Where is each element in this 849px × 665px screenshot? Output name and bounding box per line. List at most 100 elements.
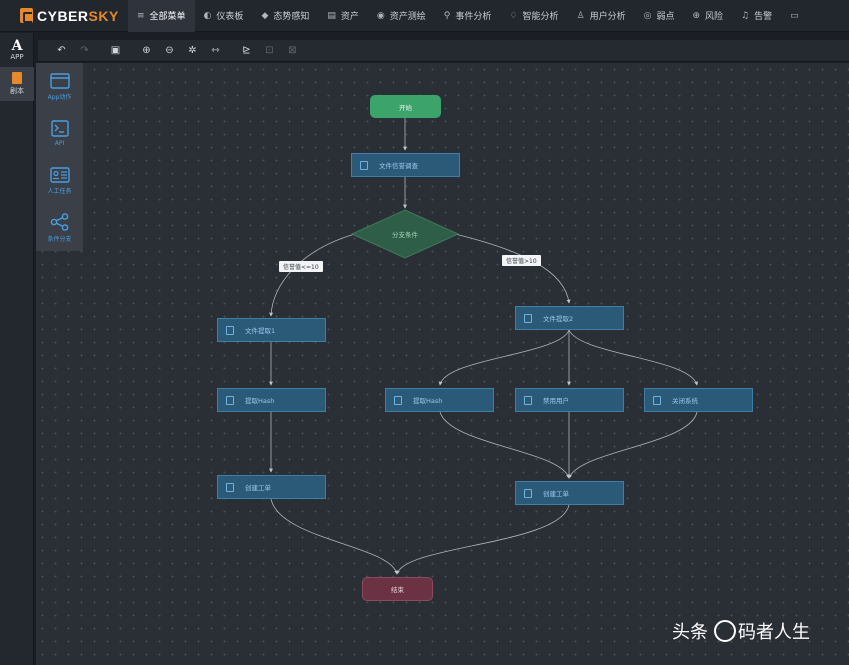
watermark: 头条 码者人生 <box>672 618 810 644</box>
palette-item-label: 条件分支 <box>47 235 72 243</box>
node-label: 分支条件 <box>392 231 418 239</box>
create-ticket-left-node[interactable]: 创建工单 <box>217 475 326 499</box>
nav-icon: ▤ <box>327 10 336 21</box>
cybersky-logo[interactable]: CYBERSKY <box>0 8 128 24</box>
palette-item-manual-task[interactable]: 人工任务 <box>36 157 83 204</box>
node-label: 结束 <box>391 586 404 594</box>
rail-item-label: APP <box>10 53 24 61</box>
app-letter-icon: A <box>11 38 23 54</box>
palette-item-label: App动作 <box>47 93 72 101</box>
fit-view-icon[interactable]: ✲ <box>181 45 204 56</box>
nav-item-6[interactable]: ♢ 智能分析 <box>500 0 567 32</box>
main-menu: ≡ 全部菜单 ◐ 仪表板 ◆ 态势感知 ▤ 资产 ◉ 资产测绘 ⚲ 事件分析 ♢ 智能分析 ♙ 用户分析 ◎ 弱点… <box>128 0 813 32</box>
task-icon <box>360 160 368 170</box>
edge-label-low-reputation[interactable]: 信誉值<=10 <box>279 261 323 272</box>
node-label: 提取Hash <box>245 397 275 405</box>
palette-item-label: API <box>54 140 65 147</box>
nav-icon: ♙ <box>576 10 585 21</box>
node-label: 文件提取1 <box>245 327 276 335</box>
nav-label: 告警 <box>754 12 773 22</box>
nav-label: 智能分析 <box>522 12 559 22</box>
editor-toolbar: ↶ ↷ ▣ ⊕ ⊖ ✲ ⇿ ⊵ ⊡ ⊠ <box>38 40 849 62</box>
redo-icon[interactable]: ↷ <box>73 45 96 56</box>
watermark-prefix: 头条 <box>672 622 708 643</box>
end-node[interactable]: 结束 <box>362 577 433 601</box>
logo-prefix: CYBER <box>37 7 89 24</box>
nav-item-0[interactable]: ≡ 全部菜单 <box>128 0 195 32</box>
nav-icon: ▭ <box>790 10 799 21</box>
undo-icon[interactable]: ↶ <box>50 45 73 56</box>
document-icon <box>12 72 22 84</box>
rail-item-label: 剧本 <box>10 87 24 95</box>
task-icon <box>226 395 234 405</box>
nav-icon: ♫ <box>741 10 750 21</box>
nav-item-9[interactable]: ⊕ 风险 <box>683 0 732 32</box>
id-card-icon <box>49 166 70 183</box>
shutdown-system-node[interactable]: 关闭系统 <box>644 388 753 412</box>
edge-label-high-reputation[interactable]: 信誉值>10 <box>502 255 541 266</box>
disable-user-node[interactable]: 禁用用户 <box>515 388 624 412</box>
nav-label: 弱点 <box>656 12 675 22</box>
at-icon <box>714 620 736 642</box>
nav-label: 风险 <box>705 12 724 22</box>
zoom-out-icon[interactable]: ⊖ <box>158 45 181 56</box>
nav-item-5[interactable]: ⚲ 事件分析 <box>435 0 501 32</box>
node-label: 禁用用户 <box>543 397 569 405</box>
logo-suffix: SKY <box>88 7 119 24</box>
nav-item-2[interactable]: ◆ 态势感知 <box>252 0 318 32</box>
extract-hash-right-node[interactable]: 提取Hash <box>385 388 494 412</box>
palette-item-condition-branch[interactable]: 条件分支 <box>36 204 83 251</box>
auto-layout-icon[interactable]: ⊵ <box>235 45 258 56</box>
logo-mark-icon <box>20 8 33 23</box>
start-node[interactable]: 开始 <box>370 95 441 118</box>
top-navigation-bar: CYBERSKY ≡ 全部菜单 ◐ 仪表板 ◆ 态势感知 ▤ 资产 ◉ 资产测绘 ⚲ 事件分析 ♢ 智能分… <box>0 0 849 32</box>
rail-item-app[interactable]: A APP <box>0 33 34 67</box>
nav-icon: ◆ <box>261 10 269 21</box>
nav-label: 用户分析 <box>589 12 626 22</box>
nav-item-4[interactable]: ◉ 资产测绘 <box>368 0 435 32</box>
delete-icon[interactable]: ▣ <box>104 45 127 56</box>
ungroup-icon[interactable]: ⊠ <box>281 45 304 56</box>
actual-size-icon[interactable]: ⇿ <box>204 45 227 56</box>
file-reputation-node[interactable]: 文件信誉调查 <box>351 153 460 177</box>
branch-decision-node[interactable]: 分支条件 <box>352 210 458 258</box>
node-label: 文件提取2 <box>543 315 574 323</box>
terminal-icon <box>50 120 69 137</box>
nav-label: 全部菜单 <box>149 12 186 22</box>
node-palette: App动作 API 人工任务 条件分支 <box>36 63 83 251</box>
nav-item-8[interactable]: ◎ 弱点 <box>635 0 684 32</box>
nav-icon: ⊕ <box>692 10 700 21</box>
nav-item-10[interactable]: ♫ 告警 <box>732 0 781 32</box>
palette-item-label: 人工任务 <box>47 187 72 195</box>
task-icon <box>524 488 532 498</box>
node-label: 开始 <box>399 103 412 112</box>
watermark-name: 码者人生 <box>738 622 810 643</box>
nav-item-1[interactable]: ◐ 仪表板 <box>195 0 253 32</box>
file-extract-1-node[interactable]: 文件提取1 <box>217 318 326 342</box>
palette-item-app-action[interactable]: App动作 <box>36 63 83 110</box>
create-ticket-right-node[interactable]: 创建工单 <box>515 481 624 505</box>
node-label: 创建工单 <box>245 484 271 492</box>
nav-item-7[interactable]: ♙ 用户分析 <box>567 0 634 32</box>
rail-item-playbook[interactable]: 剧本 <box>0 67 34 101</box>
task-icon <box>226 482 234 492</box>
node-label: 提取Hash <box>413 397 443 405</box>
nav-icon: ◐ <box>203 10 212 21</box>
task-icon <box>653 395 661 405</box>
palette-item-api[interactable]: API <box>36 110 83 157</box>
nav-item-3[interactable]: ▤ 资产 <box>318 0 368 32</box>
node-label: 关闭系统 <box>672 397 698 405</box>
nav-icon: ♢ <box>509 10 518 21</box>
zoom-in-icon[interactable]: ⊕ <box>135 45 158 56</box>
nav-label: 态势感知 <box>273 12 310 22</box>
file-extract-2-node[interactable]: 文件提取2 <box>515 306 624 330</box>
task-icon <box>226 325 234 335</box>
extract-hash-left-node[interactable]: 提取Hash <box>217 388 326 412</box>
task-icon <box>524 395 532 405</box>
task-icon <box>524 313 532 323</box>
nav-icon: ≡ <box>137 10 145 21</box>
nav-icon: ⚲ <box>443 10 451 21</box>
group-icon[interactable]: ⊡ <box>258 45 281 56</box>
share-icon <box>50 212 68 231</box>
nav-item-11[interactable]: ▭ <box>781 0 813 32</box>
